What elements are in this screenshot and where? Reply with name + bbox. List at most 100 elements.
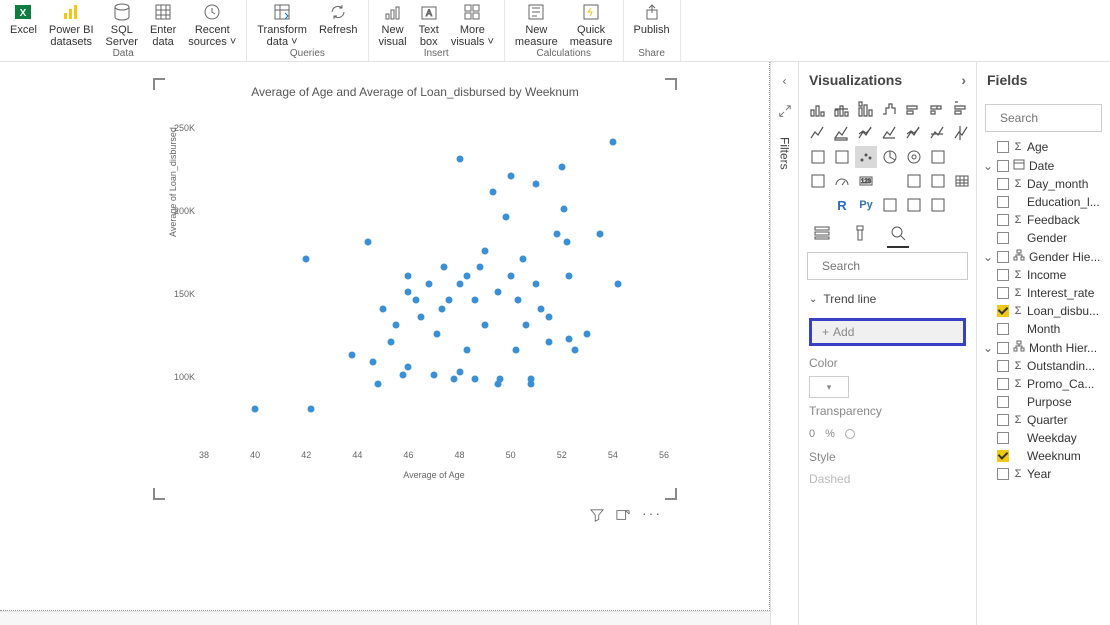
viz-type-tile[interactable] [855, 122, 877, 144]
scatter-point[interactable] [609, 139, 616, 146]
recent-sources-button[interactable]: Recentsources ˅ [182, 0, 242, 46]
scatter-point[interactable] [528, 375, 535, 382]
more-options-icon[interactable]: ··· [642, 508, 662, 525]
trend-line-section-header[interactable]: ⌄ Trend line [799, 286, 976, 312]
expand-icon[interactable] [778, 104, 792, 121]
field-row[interactable]: Weekday [977, 429, 1110, 447]
viz-type-tile[interactable] [807, 98, 829, 120]
scatter-point[interactable] [456, 280, 463, 287]
viz-type-tile[interactable] [951, 122, 973, 144]
viz-type-tile[interactable] [879, 122, 901, 144]
chevron-left-icon[interactable]: ‹ [783, 74, 787, 88]
scatter-point[interactable] [615, 280, 622, 287]
scatter-point[interactable] [405, 272, 412, 279]
viz-type-tile[interactable] [879, 170, 901, 192]
viz-type-tile[interactable] [951, 98, 973, 120]
field-row[interactable]: ΣDay_month [977, 175, 1110, 193]
viz-type-tile[interactable]: Py [855, 194, 877, 216]
scatter-point[interactable] [515, 297, 522, 304]
filters-collapsed-rail[interactable]: ‹ Filters [770, 62, 798, 625]
field-checkbox[interactable] [997, 360, 1009, 372]
scatter-point[interactable] [482, 322, 489, 329]
field-row[interactable]: ΣIncome [977, 266, 1110, 284]
viz-type-tile[interactable] [951, 146, 973, 168]
format-tab-icon[interactable] [851, 224, 869, 242]
viz-type-tile[interactable] [927, 122, 949, 144]
scatter-point[interactable] [349, 352, 356, 359]
field-row[interactable]: ΣInterest_rate [977, 284, 1110, 302]
scatter-point[interactable] [438, 305, 445, 312]
viz-type-tile[interactable] [951, 194, 973, 216]
viz-type-tile[interactable] [927, 98, 949, 120]
viz-type-tile[interactable] [831, 170, 853, 192]
transparency-control[interactable]: 0 % [799, 422, 976, 446]
chart-visual[interactable]: Average of Age and Average of Loan_disbu… [155, 80, 675, 498]
viz-type-tile[interactable] [903, 122, 925, 144]
viz-search-box[interactable] [807, 252, 968, 280]
scatter-point[interactable] [571, 347, 578, 354]
field-checkbox[interactable] [997, 323, 1009, 335]
scatter-point[interactable] [507, 272, 514, 279]
viz-type-tile[interactable] [831, 98, 853, 120]
scatter-point[interactable] [252, 405, 259, 412]
viz-type-tile[interactable] [903, 194, 925, 216]
viz-type-tile[interactable] [903, 146, 925, 168]
viz-type-tile[interactable] [903, 98, 925, 120]
scatter-point[interactable] [566, 272, 573, 279]
excel-button[interactable]: XExcel [4, 0, 43, 46]
publish-button[interactable]: Publish [628, 0, 676, 46]
viz-type-tile[interactable] [903, 170, 925, 192]
field-checkbox[interactable] [997, 305, 1009, 317]
fields-search-input[interactable] [998, 110, 1110, 126]
field-checkbox[interactable] [997, 196, 1009, 208]
viz-type-tile[interactable] [831, 122, 853, 144]
field-checkbox[interactable] [997, 396, 1009, 408]
scatter-point[interactable] [558, 164, 565, 171]
scatter-point[interactable] [533, 180, 540, 187]
field-row[interactable]: ΣOutstandin... [977, 357, 1110, 375]
viz-type-tile[interactable]: R [831, 194, 853, 216]
resize-handle-bl[interactable] [153, 488, 165, 500]
field-row[interactable]: Month [977, 320, 1110, 338]
scatter-point[interactable] [563, 239, 570, 246]
field-checkbox[interactable] [997, 251, 1009, 263]
viz-type-tile[interactable] [807, 170, 829, 192]
scatter-point[interactable] [379, 305, 386, 312]
sql-server-button[interactable]: SQLServer [100, 0, 144, 46]
field-checkbox[interactable] [997, 432, 1009, 444]
fields-search-box[interactable] [985, 104, 1102, 132]
viz-type-tile[interactable] [927, 146, 949, 168]
field-checkbox[interactable] [997, 269, 1009, 281]
new-visual-button[interactable]: Newvisual [373, 0, 413, 46]
filter-icon[interactable] [590, 508, 604, 525]
viz-type-tile[interactable] [927, 194, 949, 216]
scatter-point[interactable] [507, 172, 514, 179]
scatter-point[interactable] [471, 375, 478, 382]
scatter-point[interactable] [553, 230, 560, 237]
pbi-datasets-button[interactable]: Power BIdatasets [43, 0, 100, 46]
focus-mode-icon[interactable] [616, 508, 630, 525]
field-checkbox[interactable] [997, 468, 1009, 480]
scatter-point[interactable] [451, 375, 458, 382]
resize-handle-br[interactable] [665, 488, 677, 500]
viz-type-tile[interactable] [879, 194, 901, 216]
scatter-point[interactable] [477, 264, 484, 271]
viz-type-tile[interactable] [807, 122, 829, 144]
field-checkbox[interactable] [997, 414, 1009, 426]
fields-tab-icon[interactable] [813, 224, 831, 242]
scatter-point[interactable] [502, 214, 509, 221]
new-measure-button[interactable]: Newmeasure [509, 0, 564, 46]
viz-search-input[interactable] [820, 258, 979, 274]
refresh-button[interactable]: Refresh [313, 0, 364, 46]
scatter-point[interactable] [597, 230, 604, 237]
viz-type-tile[interactable] [831, 146, 853, 168]
field-row[interactable]: ΣQuarter [977, 411, 1110, 429]
add-trend-line-button[interactable]: + Add [809, 318, 966, 346]
resize-handle-tr[interactable] [665, 78, 677, 90]
scatter-point[interactable] [538, 305, 545, 312]
more-visuals-button[interactable]: Morevisuals ˅ [445, 0, 500, 46]
viz-type-tile[interactable] [807, 194, 829, 216]
field-row[interactable]: ⌄Month Hier... [977, 338, 1110, 357]
field-row[interactable]: ΣAge [977, 138, 1110, 156]
scatter-point[interactable] [374, 380, 381, 387]
